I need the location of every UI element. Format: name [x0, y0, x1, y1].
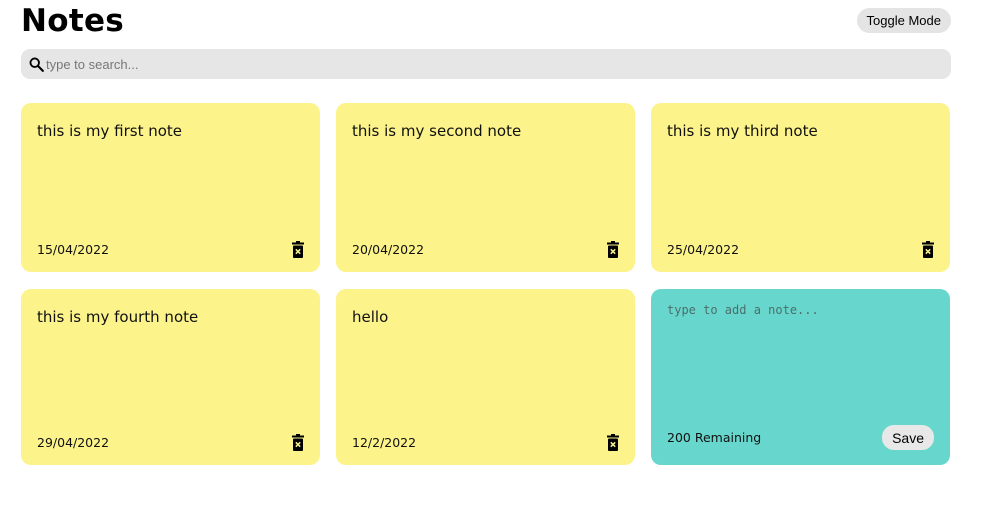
- trash-icon[interactable]: [292, 241, 304, 258]
- note-date: 15/04/2022: [37, 242, 110, 257]
- add-note-card: 200 Remaining Save: [651, 289, 950, 465]
- new-note-input[interactable]: [667, 303, 934, 383]
- note-date: 12/2/2022: [352, 435, 417, 450]
- note-footer: 20/04/2022: [352, 241, 619, 258]
- note-footer: 12/2/2022: [352, 434, 619, 451]
- note-card: this is my fourth note 29/04/2022: [21, 289, 320, 465]
- note-card: this is my second note 20/04/2022: [336, 103, 635, 272]
- note-card: this is my third note 25/04/2022: [651, 103, 950, 272]
- header: Notes Toggle Mode: [21, 0, 951, 42]
- page-title: Notes: [21, 3, 125, 39]
- note-text: this is my fourth note: [37, 308, 199, 326]
- trash-icon[interactable]: [922, 241, 934, 258]
- note-footer: 29/04/2022: [37, 434, 304, 451]
- search-bar: [21, 49, 951, 79]
- note-text: this is my second note: [352, 122, 522, 140]
- note-card: hello 12/2/2022: [336, 289, 635, 465]
- note-text: this is my third note: [667, 122, 818, 140]
- search-input[interactable]: [46, 52, 926, 76]
- search-icon: [28, 56, 45, 73]
- trash-icon[interactable]: [292, 434, 304, 451]
- note-date: 25/04/2022: [667, 242, 740, 257]
- save-button[interactable]: Save: [882, 425, 934, 450]
- notes-list: this is my first note 15/04/2022 this is…: [21, 103, 951, 465]
- note-date: 20/04/2022: [352, 242, 425, 257]
- note-footer: 200 Remaining Save: [667, 425, 934, 450]
- note-footer: 25/04/2022: [667, 241, 934, 258]
- note-text: this is my first note: [37, 122, 183, 140]
- note-text: hello: [352, 308, 389, 326]
- notes-app: Notes Toggle Mode this is my first note …: [21, 0, 951, 465]
- note-date: 29/04/2022: [37, 435, 110, 450]
- characters-remaining: 200 Remaining: [667, 430, 762, 445]
- note-card: this is my first note 15/04/2022: [21, 103, 320, 272]
- trash-icon[interactable]: [607, 241, 619, 258]
- trash-icon[interactable]: [607, 434, 619, 451]
- toggle-mode-button[interactable]: Toggle Mode: [856, 7, 951, 33]
- note-footer: 15/04/2022: [37, 241, 304, 258]
